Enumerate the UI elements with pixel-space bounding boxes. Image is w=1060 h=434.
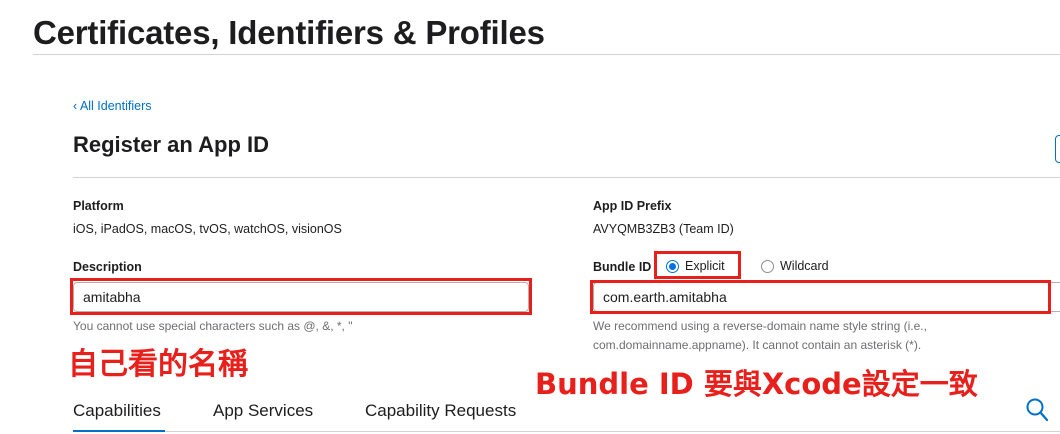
description-field[interactable]: [73, 282, 529, 312]
bundle-id-label: Bundle ID: [593, 260, 652, 274]
title-divider: [33, 54, 1060, 55]
wildcard-radio-button[interactable]: [761, 259, 774, 273]
back-to-all-identifiers-link[interactable]: ‹ All Identifiers: [73, 99, 152, 113]
search-icon[interactable]: [1025, 397, 1049, 423]
active-tab-indicator: [73, 430, 165, 432]
bundle-id-hint-line2: com.domainname.appname). It cannot conta…: [593, 338, 922, 352]
description-hint: You cannot use special characters such a…: [73, 319, 353, 333]
page-title: Certificates, Identifiers & Profiles: [33, 14, 545, 51]
wildcard-radio[interactable]: Wildcard: [761, 259, 829, 273]
explicit-radio[interactable]: Explicit: [666, 259, 725, 273]
tab-app-services[interactable]: App Services: [213, 401, 313, 421]
app-id-prefix-label: App ID Prefix: [593, 199, 672, 213]
description-label: Description: [73, 260, 142, 274]
bundle-id-hint-line1: We recommend using a reverse-domain name…: [593, 319, 927, 333]
tab-capabilities[interactable]: Capabilities: [73, 401, 161, 421]
explicit-radio-label: Explicit: [685, 259, 725, 273]
section-divider: [73, 177, 1060, 178]
continue-button[interactable]: [1055, 135, 1060, 163]
platform-label: Platform: [73, 199, 124, 213]
explicit-radio-button[interactable]: [666, 259, 679, 273]
wildcard-radio-label: Wildcard: [780, 259, 829, 273]
tabs-divider: [73, 431, 1060, 432]
description-annotation: 自己看的名稱: [68, 347, 248, 382]
tab-capability-requests[interactable]: Capability Requests: [365, 401, 516, 421]
bundle-id-annotation: Bundle ID 要與Xcode設定一致: [535, 367, 978, 401]
app-id-prefix-value: AVYQMB3ZB3 (Team ID): [593, 222, 734, 236]
bundle-id-field[interactable]: [593, 282, 1060, 312]
section-title: Register an App ID: [73, 132, 269, 157]
platform-value: iOS, iPadOS, macOS, tvOS, watchOS, visio…: [73, 222, 342, 236]
